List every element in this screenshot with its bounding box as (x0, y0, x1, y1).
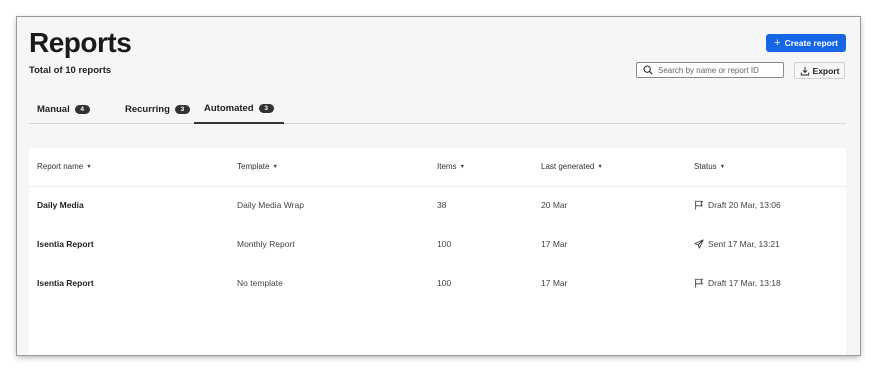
last-generated-cell: 17 Mar (541, 239, 568, 249)
sort-caret-icon: ▼ (459, 163, 466, 170)
table-row[interactable]: Isentia Report No template 100 17 Mar Dr… (29, 264, 846, 303)
tab-label: Manual (37, 103, 70, 115)
template-cell: Daily Media Wrap (237, 200, 304, 210)
tab-automated[interactable]: Automated 3 (194, 95, 284, 124)
template-cell: No template (237, 278, 283, 288)
column-label: Items (437, 162, 457, 171)
items-cell: 100 (437, 239, 452, 249)
reports-table: Report name ▼ Template ▼ Items ▼ Last ge… (29, 148, 846, 355)
report-name[interactable]: Daily Media (37, 200, 84, 210)
column-label: Report name (37, 162, 84, 171)
send-icon (694, 239, 704, 249)
table-row[interactable]: Isentia Report Monthly Report 100 17 Mar… (29, 225, 846, 264)
tab-manual[interactable]: Manual 4 (37, 95, 90, 123)
status-cell: Draft 17 Mar, 13:18 (694, 278, 781, 288)
column-label: Status (694, 162, 717, 171)
column-label: Last generated (541, 162, 595, 171)
status-text: Draft 20 Mar, 13:06 (708, 200, 781, 210)
column-header-last-generated[interactable]: Last generated ▼ (541, 162, 603, 171)
sort-caret-icon: ▼ (719, 163, 726, 170)
status-text: Sent 17 Mar, 13:21 (708, 239, 780, 249)
search-box[interactable] (636, 62, 784, 78)
sort-caret-icon: ▼ (597, 163, 603, 170)
export-label: Export (812, 65, 840, 76)
create-report-label: Create report (784, 38, 838, 48)
column-header-template[interactable]: Template ▼ (237, 162, 278, 171)
count-badge: 4 (74, 104, 90, 114)
create-report-button[interactable]: + Create report (766, 34, 846, 52)
search-input[interactable] (658, 65, 778, 75)
sort-caret-icon: ▼ (272, 163, 278, 170)
page-title: Reports (29, 27, 132, 58)
items-cell: 38 (437, 200, 447, 210)
status-text: Draft 17 Mar, 13:18 (708, 278, 781, 288)
column-header-items[interactable]: Items ▼ (437, 162, 465, 171)
report-count: Total of 10 reports (29, 65, 112, 76)
tab-label: Recurring (125, 103, 170, 115)
column-label: Template (237, 162, 270, 171)
items-cell: 100 (437, 278, 452, 288)
sort-caret-icon: ▼ (86, 163, 92, 170)
count-badge: 3 (174, 104, 190, 114)
column-header-report-name[interactable]: Report name ▼ (37, 162, 92, 171)
table-header: Report name ▼ Template ▼ Items ▼ Last ge… (29, 148, 846, 187)
template-cell: Monthly Report (237, 239, 295, 249)
search-icon (643, 65, 653, 75)
flag-icon (695, 278, 704, 288)
flag-icon (695, 200, 704, 210)
plus-icon: + (774, 36, 781, 49)
table-row[interactable]: Daily Media Daily Media Wrap 38 20 Mar D… (29, 186, 846, 225)
reports-window: Reports Total of 10 reports + Create rep… (17, 17, 860, 355)
count-badge: 3 (258, 104, 274, 113)
report-name[interactable]: Isentia Report (37, 239, 94, 249)
last-generated-cell: 20 Mar (541, 200, 568, 210)
report-name[interactable]: Isentia Report (37, 278, 94, 288)
last-generated-cell: 17 Mar (541, 278, 568, 288)
status-cell: Sent 17 Mar, 13:21 (694, 239, 780, 249)
report-tabs: Manual 4 Recurring 3 Automated 3 (29, 95, 846, 124)
column-header-status[interactable]: Status ▼ (694, 162, 725, 171)
tab-recurring[interactable]: Recurring 3 (125, 95, 190, 123)
tab-label: Automated (204, 103, 254, 114)
status-cell: Draft 20 Mar, 13:06 (694, 200, 781, 210)
download-icon (800, 66, 809, 75)
export-button[interactable]: Export (794, 62, 845, 79)
